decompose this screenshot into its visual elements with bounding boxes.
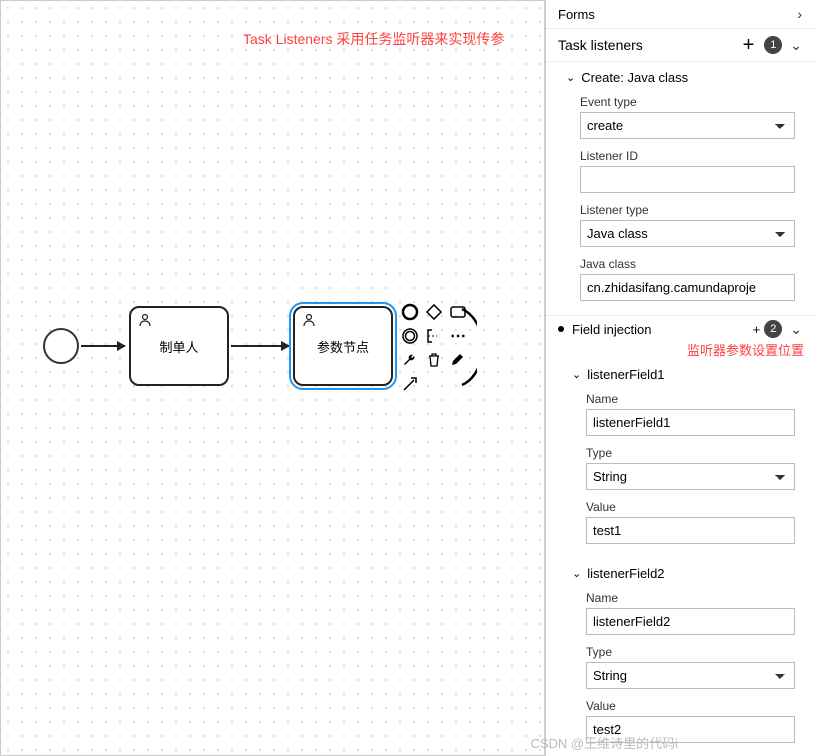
field-injection-header[interactable]: Field injection + 2 ⌄ — [546, 315, 818, 342]
listener-count-badge: 1 — [764, 36, 782, 54]
annotation-top: Task Listeners 采用任务监听器来实现传参 — [243, 29, 504, 49]
sequence-flow-1[interactable] — [81, 345, 125, 347]
pad-boundary-icon — [459, 307, 477, 387]
field2-value-label: Value — [586, 699, 806, 713]
field1-title: listenerField1 — [587, 367, 664, 382]
user-task-1[interactable]: 制单人 — [129, 306, 229, 386]
field1-value-input[interactable] — [586, 517, 795, 544]
field-injection-title: Field injection — [572, 322, 753, 337]
field1-type-label: Type — [586, 446, 806, 460]
sequence-flow-2[interactable] — [231, 345, 289, 347]
java-class-input[interactable] — [580, 274, 795, 301]
toggle-icon: ⌄ — [572, 368, 581, 381]
listener-id-label: Listener ID — [580, 149, 806, 163]
field2-name-input[interactable] — [586, 608, 795, 635]
forms-title: Forms — [558, 7, 793, 22]
field1-name-label: Name — [586, 392, 806, 406]
event-type-label: Event type — [580, 95, 806, 109]
user-task-2[interactable]: 参数节点 — [293, 306, 393, 386]
chevron-down-icon[interactable]: ⌄ — [786, 37, 806, 54]
field1-header[interactable]: ⌄ listenerField1 — [572, 363, 806, 386]
field2-header[interactable]: ⌄ listenerField2 — [572, 562, 806, 585]
task-listeners-title: Task listeners — [558, 37, 737, 53]
dot-icon — [558, 326, 564, 332]
field1-value-label: Value — [586, 500, 806, 514]
annotation-mid: 监听器参数设置位置 — [546, 340, 818, 359]
listener-entry-header[interactable]: ⌄ Create: Java class — [566, 66, 806, 89]
user-icon — [301, 312, 317, 328]
field-count-badge: 2 — [764, 320, 782, 338]
bpmn-canvas[interactable]: Task Listeners 采用任务监听器来实现传参 制单人 参数节点 ⋯ — [0, 0, 545, 756]
pad-annotation-icon[interactable] — [423, 325, 445, 347]
listener-type-label: Listener type — [580, 203, 806, 217]
pad-connect-icon[interactable] — [399, 373, 421, 395]
pad-trash-icon[interactable] — [423, 349, 445, 371]
field2-title: listenerField2 — [587, 566, 664, 581]
task2-label: 参数节点 — [317, 337, 369, 356]
listener-id-input[interactable] — [580, 166, 795, 193]
toggle-icon: ⌄ — [566, 71, 575, 84]
add-listener-button[interactable]: + — [743, 35, 755, 55]
pad-gateway-icon[interactable] — [423, 301, 445, 323]
pad-wrench-icon[interactable] — [399, 349, 421, 371]
event-type-select[interactable]: create — [580, 112, 795, 139]
watermark: CSDN @王维诗里的代码i — [530, 733, 678, 752]
chevron-right-icon: › — [793, 6, 806, 22]
task-listeners-header[interactable]: Task listeners + 1 ⌄ — [546, 29, 818, 62]
toggle-icon: ⌄ — [572, 567, 581, 580]
field2-type-select[interactable]: String — [586, 662, 795, 689]
field2-type-label: Type — [586, 645, 806, 659]
listener-type-select[interactable]: Java class — [580, 220, 795, 247]
listener-entry-title: Create: Java class — [581, 70, 688, 85]
user-icon — [137, 312, 153, 328]
field1-type-select[interactable]: String — [586, 463, 795, 490]
forms-section-header[interactable]: Forms › — [546, 0, 818, 29]
field2-name-label: Name — [586, 591, 806, 605]
properties-panel: Forms › Task listeners + 1 ⌄ ⌄ Create: J… — [545, 0, 818, 756]
field1-name-input[interactable] — [586, 409, 795, 436]
add-field-button[interactable]: + — [753, 322, 761, 337]
pad-end-event-icon[interactable] — [399, 301, 421, 323]
start-event[interactable] — [43, 328, 79, 364]
chevron-down-icon[interactable]: ⌄ — [786, 321, 806, 338]
task1-label: 制单人 — [159, 337, 198, 356]
pad-intermediate-event-icon[interactable] — [399, 325, 421, 347]
java-class-label: Java class — [580, 257, 806, 271]
